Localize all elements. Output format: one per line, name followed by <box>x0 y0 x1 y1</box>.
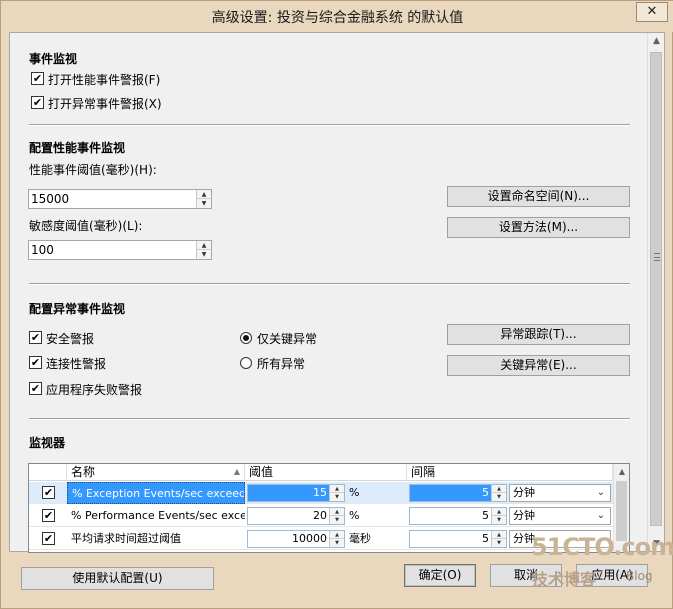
row-name: % Performance Events/sec exce... <box>71 509 245 522</box>
stepper-down-icon[interactable]: ▼ <box>492 539 506 547</box>
stepper-up-icon[interactable]: ▲ <box>492 485 506 493</box>
scroll-up-icon[interactable]: ▲ <box>614 464 629 480</box>
stepper-up-icon[interactable]: ▲ <box>197 190 211 199</box>
sensitivity-input[interactable] <box>31 242 191 258</box>
stepper-up-icon[interactable]: ▲ <box>492 508 506 516</box>
watermark-blog: Blog <box>626 569 653 583</box>
title-bar[interactable]: 高级设置: 投资与综合金融系统 的默认值 ✕ <box>1 1 673 32</box>
app-failure-alert-label: 应用程序失败警报 <box>46 383 143 397</box>
row-threshold-unit: % <box>349 486 360 499</box>
row-threshold-unit: 毫秒 <box>349 532 371 545</box>
row-interval-stepper[interactable]: 5 ▲ ▼ <box>409 530 507 548</box>
connectivity-alert-label: 连接性警报 <box>46 357 107 371</box>
exception-trace-button[interactable]: 异常跟踪(T)... <box>447 324 630 345</box>
dialog-window: 高级设置: 投资与综合金融系统 的默认值 ✕ 事件监视 ✔ 打开性能事件警报(F… <box>0 0 673 609</box>
enable-exc-alert-checkbox[interactable]: ✔ <box>31 96 44 109</box>
set-methods-button[interactable]: 设置方法(M)... <box>447 217 630 238</box>
chevron-down-icon: ⌄ <box>596 510 606 521</box>
row-threshold-stepper[interactable]: 10000 ▲ ▼ <box>247 530 345 548</box>
row-name: % Exception Events/sec exceed... <box>67 482 245 504</box>
row-enabled-checkbox[interactable]: ✔ <box>42 486 55 499</box>
ok-button[interactable]: 确定(O) <box>404 564 476 587</box>
stepper-down-icon[interactable]: ▼ <box>492 516 506 524</box>
separator <box>29 418 630 420</box>
security-alert-checkbox[interactable]: ✔ <box>29 331 42 344</box>
chevron-down-icon: ⌄ <box>596 487 606 498</box>
critical-exceptions-button[interactable]: 关键异常(E)... <box>447 355 630 376</box>
row-threshold-stepper[interactable]: 20 ▲ ▼ <box>247 507 345 525</box>
stepper-down-icon[interactable]: ▼ <box>330 539 344 547</box>
table-row[interactable]: ✔ 平均请求时间超过阈值 10000 ▲ ▼ 毫秒 5 ▲ ▼ 分钟 ⌄ <box>29 528 613 550</box>
scroll-thumb[interactable] <box>650 52 662 526</box>
row-interval-stepper[interactable]: 5 ▲ ▼ <box>409 484 507 502</box>
window-title: 高级设置: 投资与综合金融系统 的默认值 <box>211 10 464 26</box>
stepper-down-icon[interactable]: ▼ <box>330 516 344 524</box>
stepper-up-icon[interactable]: ▲ <box>330 508 344 516</box>
enable-perf-alert-label: 打开性能事件警报(F) <box>48 73 161 87</box>
perf-threshold-label: 性能事件阈值(毫秒)(H): <box>29 163 157 177</box>
grip-icon <box>654 253 660 261</box>
close-button[interactable]: ✕ <box>636 2 668 22</box>
row-threshold-stepper[interactable]: 15 ▲ ▼ <box>247 484 345 502</box>
all-exceptions-radio[interactable] <box>240 357 252 369</box>
stepper-up-icon[interactable]: ▲ <box>197 241 211 250</box>
critical-only-label: 仅关键异常 <box>257 332 318 346</box>
set-namespace-button[interactable]: 设置命名空间(N)... <box>447 186 630 207</box>
stepper-up-icon[interactable]: ▲ <box>492 531 506 539</box>
exc-config-title: 配置异常事件监视 <box>29 302 126 316</box>
row-interval-unit-select[interactable]: 分钟 ⌄ <box>509 484 611 502</box>
perf-threshold-input[interactable] <box>31 191 191 207</box>
row-enabled-checkbox[interactable]: ✔ <box>42 509 55 522</box>
perf-threshold-stepper[interactable]: ▲ ▼ <box>28 189 212 209</box>
watermark-subtitle: 技术博客 <box>532 570 597 589</box>
stepper-down-icon[interactable]: ▼ <box>197 199 211 208</box>
all-exceptions-label: 所有异常 <box>257 357 306 371</box>
row-enabled-checkbox[interactable]: ✔ <box>42 532 55 545</box>
critical-only-radio[interactable] <box>240 332 252 344</box>
stepper-up-icon[interactable]: ▲ <box>330 531 344 539</box>
perf-config-title: 配置性能事件监视 <box>29 141 126 155</box>
connectivity-alert-checkbox[interactable]: ✔ <box>29 356 42 369</box>
table-row[interactable]: ✔ % Performance Events/sec exce... 20 ▲ ▼… <box>29 505 613 527</box>
row-interval-unit-select[interactable]: 分钟 ⌄ <box>509 507 611 525</box>
stepper-up-icon[interactable]: ▲ <box>330 485 344 493</box>
table-row[interactable]: ✔ % Exception Events/sec exceed... 15 ▲ ▼… <box>29 482 613 504</box>
scroll-thumb[interactable] <box>616 481 627 541</box>
dialog-scrollbar[interactable]: ▲ ▼ <box>647 33 664 551</box>
grid-header-threshold[interactable]: 阈值 <box>245 464 407 481</box>
use-default-config-button[interactable]: 使用默认配置(U) <box>21 567 214 590</box>
grid-header-interval[interactable]: 间隔 <box>407 464 613 481</box>
stepper-down-icon[interactable]: ▼ <box>492 493 506 501</box>
stepper-down-icon[interactable]: ▼ <box>330 493 344 501</box>
monitors-title: 监视器 <box>29 436 66 450</box>
sensitivity-label: 敏感度阈值(毫秒)(L): <box>29 219 143 233</box>
enable-perf-alert-checkbox[interactable]: ✔ <box>31 72 44 85</box>
row-name: 平均请求时间超过阈值 <box>71 532 181 545</box>
grid-header-name[interactable]: 名称 ▲ <box>67 464 245 481</box>
stepper-down-icon[interactable]: ▼ <box>197 250 211 259</box>
event-monitor-title: 事件监视 <box>29 52 78 66</box>
watermark-logo: 51CTO.com <box>531 533 673 561</box>
row-interval-stepper[interactable]: 5 ▲ ▼ <box>409 507 507 525</box>
grid-header-check <box>29 464 67 481</box>
separator <box>29 124 630 126</box>
sensitivity-stepper[interactable]: ▲ ▼ <box>28 240 212 260</box>
enable-exc-alert-label: 打开异常事件警报(X) <box>48 97 162 111</box>
sort-ascending-icon: ▲ <box>233 467 240 476</box>
row-threshold-unit: % <box>349 509 360 522</box>
scroll-up-icon[interactable]: ▲ <box>648 33 664 50</box>
app-failure-alert-checkbox[interactable]: ✔ <box>29 382 42 395</box>
separator <box>29 283 630 285</box>
grid-header: 名称 ▲ 阈值 间隔 <box>29 464 613 481</box>
security-alert-label: 安全警报 <box>46 332 95 346</box>
